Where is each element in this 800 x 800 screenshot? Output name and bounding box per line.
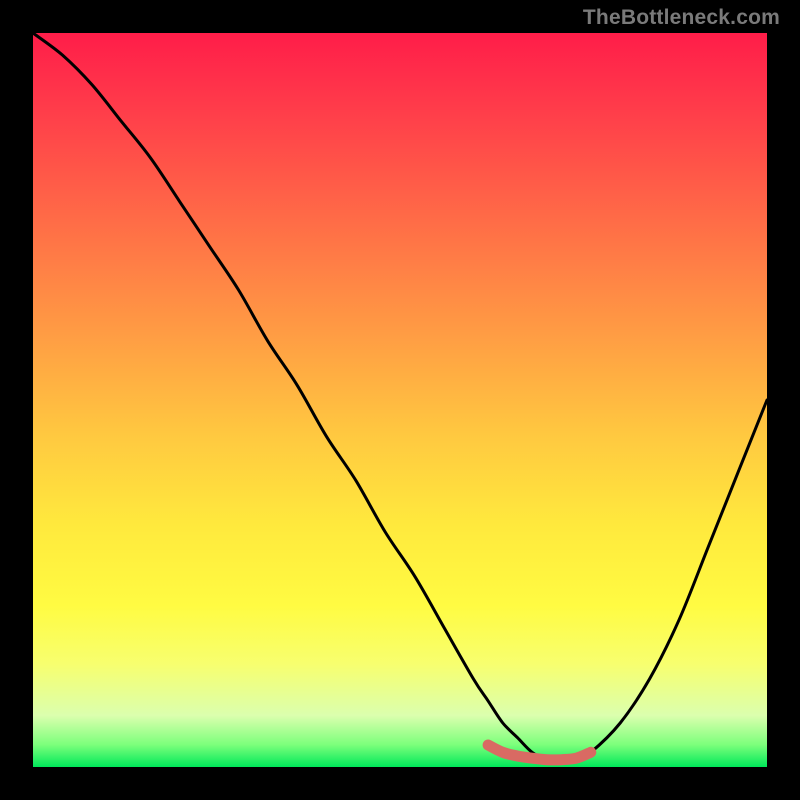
chart-svg xyxy=(33,33,767,767)
chart-frame: TheBottleneck.com xyxy=(0,0,800,800)
watermark-label: TheBottleneck.com xyxy=(583,6,780,30)
bottleneck-curve xyxy=(33,33,767,760)
sweet-spot-band xyxy=(488,745,591,760)
plot-area xyxy=(33,33,767,767)
